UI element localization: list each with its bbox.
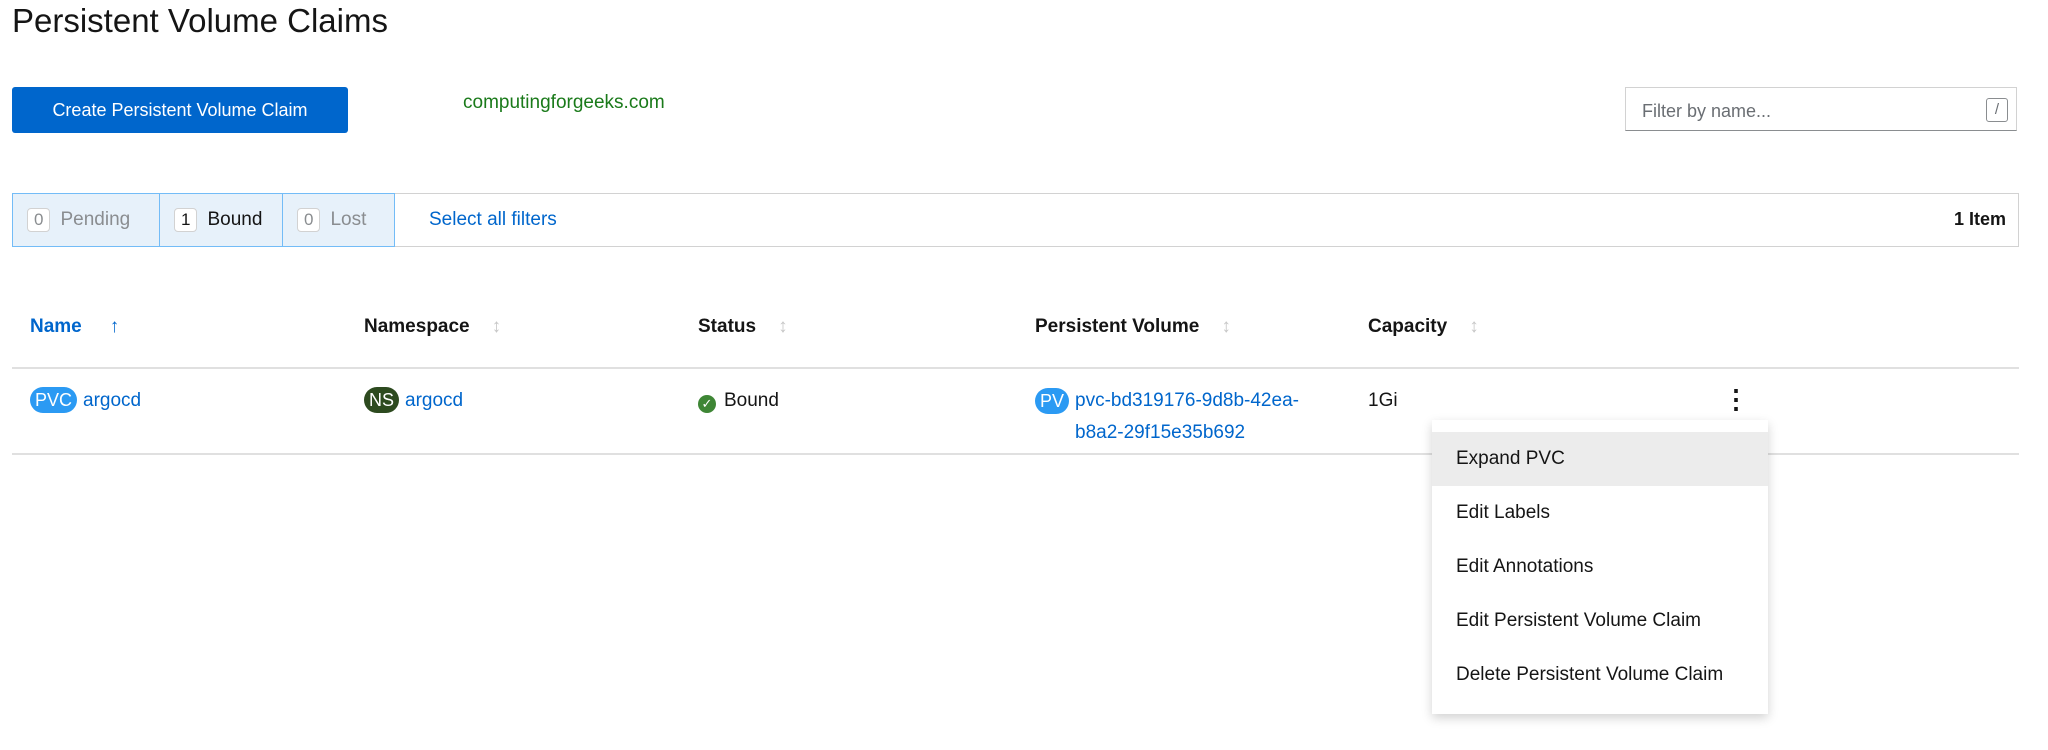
- pvc-link[interactable]: argocd: [83, 390, 141, 411]
- menu-edit-labels[interactable]: Edit Labels: [1432, 486, 1768, 540]
- count: 1: [174, 208, 198, 232]
- filter-pending[interactable]: 0 Pending: [12, 193, 160, 247]
- watermark: computingforgeeks.com: [463, 92, 665, 113]
- count: 0: [297, 208, 321, 232]
- cell-name: PVC argocd: [30, 385, 141, 417]
- pvc-badge: PVC: [30, 387, 78, 413]
- menu-expand-pvc[interactable]: Expand PVC: [1432, 432, 1768, 486]
- column-status[interactable]: Status ↕: [698, 316, 788, 338]
- count: 0: [27, 208, 51, 232]
- sort-asc-icon: ↑: [109, 316, 120, 337]
- pv-link[interactable]: pvc-bd319176-9d8b-42ea-b8a2-29f15e35b692: [1075, 385, 1299, 449]
- column-capacity[interactable]: Capacity ↕: [1368, 316, 1479, 338]
- column-namespace[interactable]: Namespace ↕: [364, 316, 501, 338]
- pv-badge: PV: [1035, 388, 1070, 414]
- filter-lost[interactable]: 0 Lost: [282, 193, 395, 247]
- sort-icon: ↕: [491, 316, 502, 337]
- filter-bound[interactable]: 1 Bound: [159, 193, 283, 247]
- shortcut-hint: /: [1986, 98, 2008, 122]
- menu-delete-pvc[interactable]: Delete Persistent Volume Claim: [1432, 648, 1768, 702]
- filter-input[interactable]: [1640, 100, 1974, 123]
- ns-badge: NS: [364, 387, 400, 413]
- status-filter-bar: 0 Pending 1 Bound 0 Lost Select all filters…: [12, 193, 2019, 247]
- label: Pending: [60, 209, 131, 230]
- item-count: 1 Item: [1953, 209, 2006, 229]
- sort-icon: ↕: [778, 316, 788, 337]
- cell-pv: PV pvc-bd319176-9d8b-42ea-b8a2-29f15e35b6…: [1035, 385, 1299, 449]
- label: Bound: [207, 209, 263, 230]
- select-all-filters[interactable]: Select all filters: [429, 209, 557, 231]
- actions-menu: Expand PVC Edit Labels Edit Annotations …: [1432, 420, 1768, 714]
- cell-status: ✓ Bound: [698, 385, 779, 417]
- divider: [12, 367, 2019, 369]
- menu-edit-pvc[interactable]: Edit Persistent Volume Claim: [1432, 594, 1768, 648]
- create-pvc-button[interactable]: Create Persistent Volume Claim: [12, 87, 348, 133]
- sort-icon: ↕: [1221, 316, 1231, 337]
- page-title: Persistent Volume Claims: [12, 2, 388, 39]
- cell-capacity: 1Gi: [1368, 390, 1398, 411]
- check-circle-icon: ✓: [698, 395, 716, 413]
- status-text: Bound: [724, 390, 779, 411]
- namespace-link[interactable]: argocd: [405, 390, 463, 411]
- filter-by-name[interactable]: /: [1625, 87, 2017, 131]
- menu-edit-annotations[interactable]: Edit Annotations: [1432, 540, 1768, 594]
- label: Lost: [330, 209, 367, 230]
- cell-namespace: NS argocd: [364, 385, 463, 417]
- sort-icon: ↕: [1469, 316, 1479, 337]
- kebab-menu-icon[interactable]: ⋮: [1723, 383, 1749, 415]
- column-persistent-volume[interactable]: Persistent Volume ↕: [1035, 316, 1231, 338]
- column-name[interactable]: Name ↑: [30, 316, 119, 338]
